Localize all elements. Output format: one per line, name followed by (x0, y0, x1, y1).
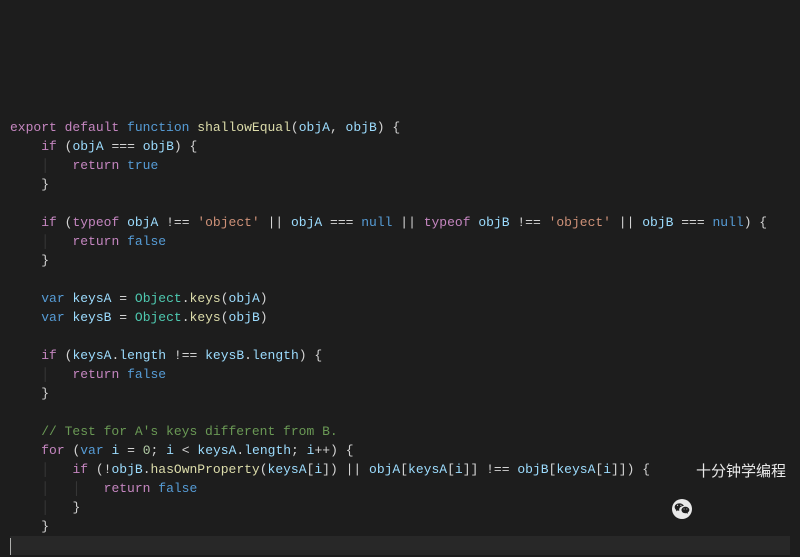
prop-length: length (119, 348, 166, 363)
keyword-if: if (41, 139, 57, 154)
code-line (10, 329, 18, 344)
keyword-for: for (41, 443, 64, 458)
wechat-icon (672, 461, 692, 481)
code-line: │ if (!objB.hasOwnProperty(keysA[i]) || … (10, 462, 650, 477)
code-line: if (keysA.length !== keysB.length) { (10, 348, 322, 363)
var-i: i (111, 443, 119, 458)
code-line: } (10, 253, 49, 268)
keyword-default: default (65, 120, 120, 135)
keyword-var: var (41, 291, 64, 306)
code-line: } (10, 177, 49, 192)
method-keys: keys (190, 291, 221, 306)
code-line: │ } (10, 500, 80, 515)
watermark: 十分钟学编程 (672, 461, 786, 481)
code-line: │ │ return false (10, 481, 197, 496)
code-line: │ return false (10, 367, 166, 382)
literal-true: true (127, 158, 158, 173)
code-line: │ return true (10, 158, 158, 173)
code-line: if (typeof objA !== 'object' || objA ===… (10, 215, 767, 230)
keyword-function: function (127, 120, 189, 135)
function-name: shallowEqual (197, 120, 291, 135)
class-Object: Object (135, 291, 182, 306)
code-line: var keysA = Object.keys(objA) (10, 291, 268, 306)
method-hasOwnProperty: hasOwnProperty (151, 462, 260, 477)
code-line: if (objA === objB) { (10, 139, 197, 154)
code-line: } (10, 519, 49, 534)
keyword-typeof: typeof (72, 215, 119, 230)
keyword-return: return (72, 158, 119, 173)
code-line: // Test for A's keys different from B. (10, 424, 338, 439)
literal-false: false (127, 234, 166, 249)
number-zero: 0 (143, 443, 151, 458)
code-line: │ return false (10, 234, 166, 249)
code-line: } (10, 386, 49, 401)
code-line (10, 272, 18, 287)
code-line-active (10, 536, 790, 555)
var-keysA: keysA (72, 291, 111, 306)
comment: // Test for A's keys different from B. (41, 424, 337, 439)
watermark-text: 十分钟学编程 (696, 462, 786, 481)
keyword-export: export (10, 120, 57, 135)
code-line: var keysB = Object.keys(objB) (10, 310, 268, 325)
param-objB: objB (346, 120, 377, 135)
code-line (10, 196, 18, 211)
var-keysB: keysB (72, 310, 111, 325)
string-object: 'object' (197, 215, 259, 230)
param-objA: objA (299, 120, 330, 135)
code-line: export default function shallowEqual(obj… (10, 120, 400, 135)
code-line (10, 405, 18, 420)
text-cursor (10, 538, 11, 555)
code-line: for (var i = 0; i < keysA.length; i++) { (10, 443, 354, 458)
literal-null: null (361, 215, 392, 230)
